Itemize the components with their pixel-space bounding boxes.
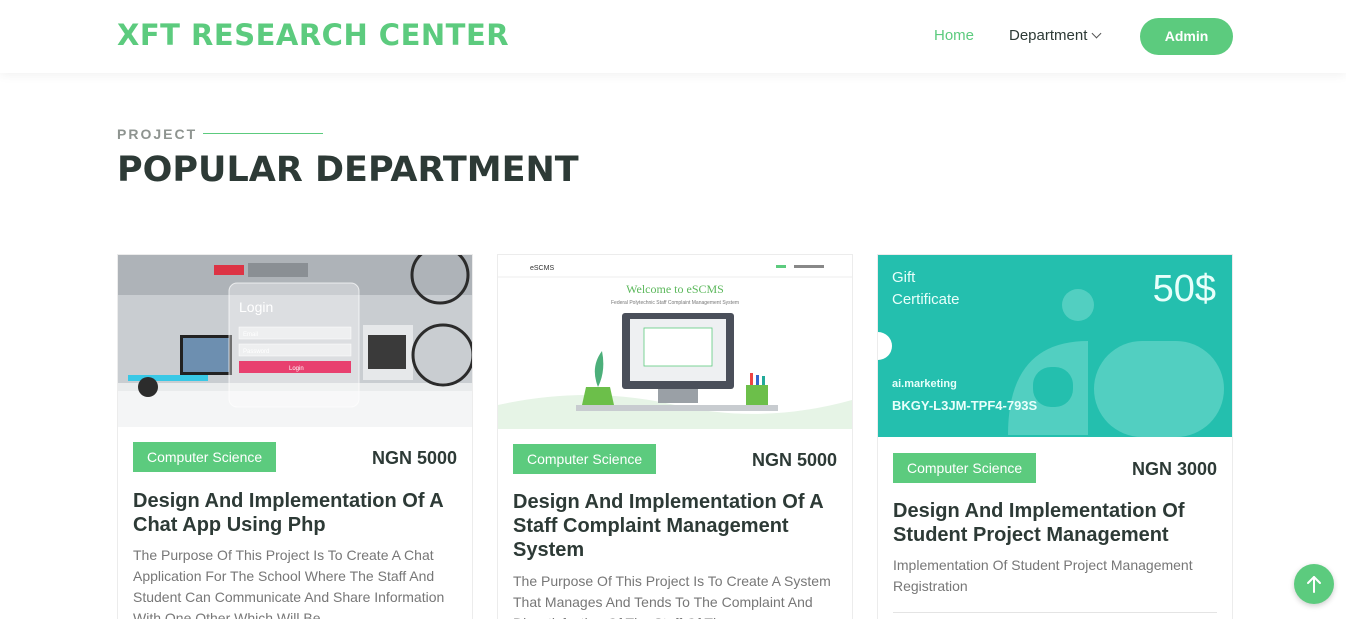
project-title[interactable]: Design And Implementation Of A Staff Com… — [513, 490, 839, 562]
thumb-welcome-text: Welcome to eSCMS — [626, 282, 724, 296]
thumb-email-field: Email — [243, 332, 258, 338]
project-card[interactable]: eSCMS Welcome to eSCMS Federal Polytechn… — [497, 254, 853, 619]
thumb-login-title: Login — [239, 299, 273, 315]
project-thumbnail[interactable]: eSCMS Welcome to eSCMS Federal Polytechn… — [498, 255, 852, 429]
category-badge[interactable]: Computer Science — [133, 442, 277, 472]
thumb-subtitle: Federal Polytechnic Staff Complaint Mana… — [611, 300, 739, 306]
thumb-brand: eSCMS — [530, 265, 554, 272]
nav-home-link[interactable]: Home — [934, 27, 974, 44]
section-tag: PROJECT — [117, 126, 198, 142]
nav-department-label: Department — [1009, 27, 1088, 44]
escms-screenshot-image: eSCMS Welcome to eSCMS Federal Polytechn… — [498, 255, 852, 429]
project-price: NGN 5000 — [751, 450, 837, 470]
project-description: The Purpose Of This Project Is To Create… — [133, 547, 445, 619]
arrow-up-icon — [1307, 576, 1321, 593]
project-thumbnail[interactable]: Gift Certificate 50$ ai.marketing BKGY-L… — [878, 255, 1232, 437]
desk-setup-image: Login Email Password Login — [118, 255, 472, 427]
category-badge[interactable]: Computer Science — [893, 453, 1037, 483]
admin-button[interactable]: Admin — [1140, 18, 1233, 55]
gift-amount: 50$ — [1153, 268, 1216, 310]
category-badge[interactable]: Computer Science — [513, 444, 657, 474]
gift-label: Gift — [892, 269, 916, 286]
project-thumbnail[interactable]: Login Email Password Login — [118, 255, 472, 427]
site-header: XFT RESEARCH CENTER Home Department Admi… — [0, 0, 1346, 73]
card-divider — [893, 612, 1217, 613]
thumb-password-field: Password — [243, 349, 269, 355]
project-card[interactable]: Gift Certificate 50$ ai.marketing BKGY-L… — [877, 254, 1233, 619]
thumb-login-button: Login — [289, 366, 304, 372]
project-title[interactable]: Design And Implementation Of A Chat App … — [133, 489, 459, 537]
chevron-down-icon — [1091, 28, 1102, 39]
gift-company: ai.marketing — [892, 378, 957, 390]
project-price: NGN 5000 — [371, 448, 457, 468]
section-title: POPULAR DEPARTMENT — [117, 150, 579, 190]
gift-code: BKGY-L3JM-TPF4-793S — [892, 398, 1038, 413]
scroll-top-button[interactable] — [1294, 564, 1334, 604]
project-description: Implementation Of Student Project Manage… — [893, 557, 1193, 594]
site-logo[interactable]: XFT RESEARCH CENTER — [117, 18, 509, 52]
project-title[interactable]: Design And Implementation Of Student Pro… — [893, 499, 1219, 547]
gift-label-2: Certificate — [892, 291, 960, 308]
project-card[interactable]: Login Email Password Login Computer Scie… — [117, 254, 473, 619]
gift-certificate-image: Gift Certificate 50$ ai.marketing BKGY-L… — [878, 255, 1232, 437]
nav-department-dropdown[interactable]: Department — [1009, 27, 1102, 44]
project-price: NGN 3000 — [1131, 459, 1217, 479]
section-divider — [203, 133, 323, 134]
project-description: The Purpose Of This Project Is To Create… — [513, 573, 831, 619]
